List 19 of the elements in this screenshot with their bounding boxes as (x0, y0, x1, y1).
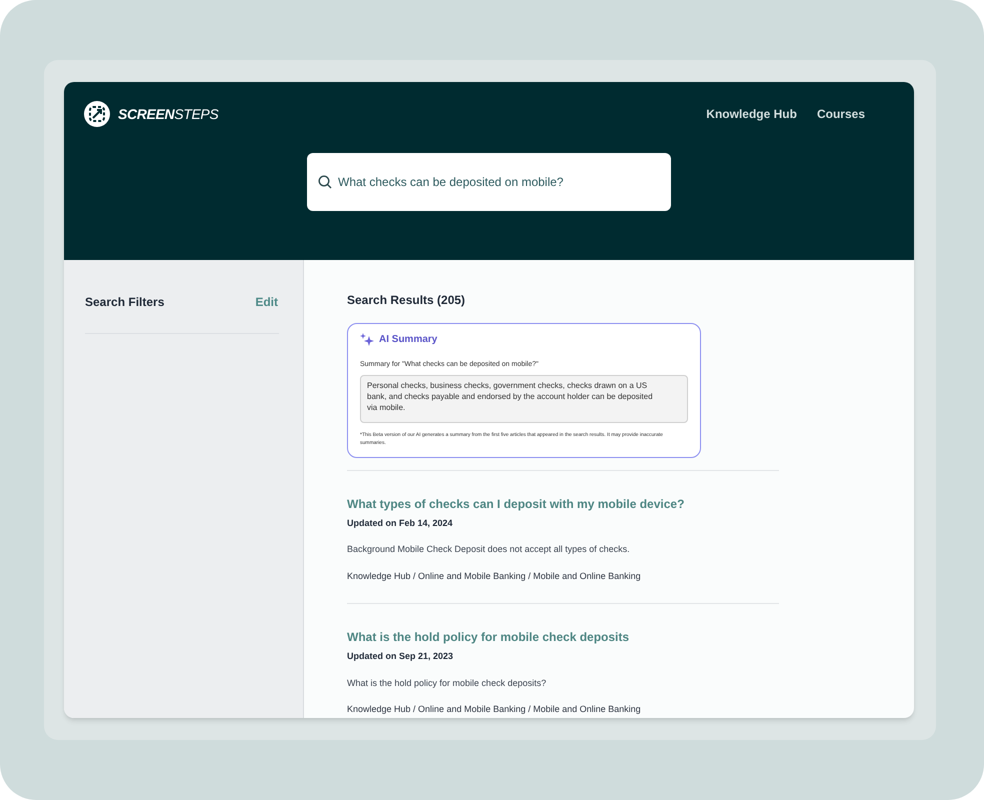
updated-date: Updated on Feb 14, 2024 (347, 516, 454, 530)
nav-link[interactable]: Knowledge Hub (706, 105, 797, 123)
breadcrumb-path: Knowledge Hub / Online and Mobile Banking / Mobile and Online Banking (347, 703, 642, 716)
logo-wordmark: SCREENSTEPS (118, 104, 218, 124)
result-title-link[interactable]: What types of checks can I deposit with my mobile device? (347, 494, 779, 512)
results-heading: Search Results (205) (347, 292, 466, 309)
breadcrumb-path: Knowledge Hub / Online and Mobile Banking / Mobile and Online Banking (347, 570, 642, 583)
summary-answer: Personal checks, business checks, government checks, checks drawn on a US bank, and checks payable and endorsed by the account holder can be deposited via mobile. (360, 374, 688, 422)
result-excerpt: What is the hold policy for mobile check deposits? (347, 676, 548, 690)
search-icon (318, 175, 332, 189)
search-field[interactable]: What checks can be deposited on mobile? (307, 153, 671, 211)
sparkle-icon (360, 332, 374, 346)
logo-icon (84, 101, 110, 127)
ai-summary-title: AI Summary (379, 333, 438, 347)
updated-date: Updated on Sep 21, 2023 (347, 650, 454, 663)
result-title-link[interactable]: What is the hold policy for mobile check deposits (347, 628, 779, 646)
result-excerpt: Background Mobile Check Deposit does not accept all types of checks. (347, 543, 631, 556)
sidebar-title: Search Filters (85, 294, 164, 310)
nav-link[interactable]: Courses (816, 105, 865, 123)
